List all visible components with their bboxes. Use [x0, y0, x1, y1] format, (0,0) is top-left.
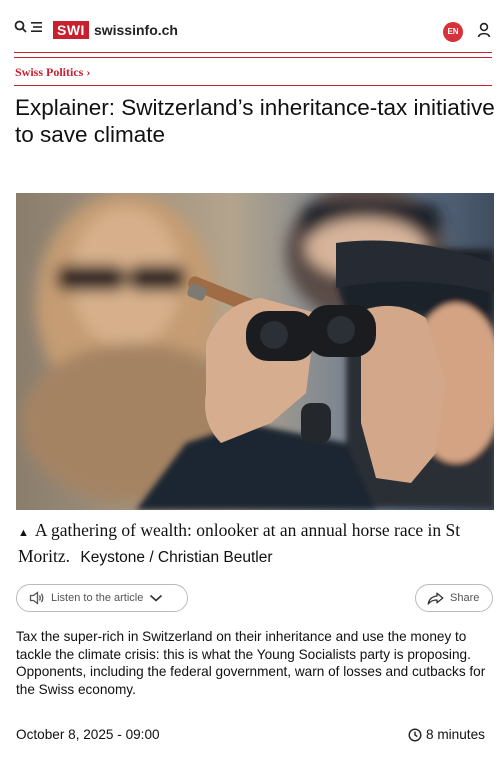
search-menu-button[interactable] — [14, 20, 42, 33]
account-button[interactable] — [477, 22, 491, 43]
publish-date: October 8, 2025 - 09:00 — [16, 727, 160, 742]
logo-text: swissinfo.ch — [93, 22, 178, 38]
site-logo[interactable]: SWI swissinfo.ch — [53, 21, 178, 39]
share-icon — [427, 592, 444, 605]
listen-article-button[interactable]: Listen to the article — [16, 584, 188, 612]
language-selector[interactable]: EN — [443, 22, 463, 42]
clock-icon — [408, 727, 422, 742]
breadcrumb-chevron: › — [86, 65, 91, 79]
breadcrumb-label: Swiss Politics — [15, 65, 84, 79]
user-icon — [477, 22, 491, 38]
article-title: Explainer: Switzerland’s inheritance-tax… — [15, 95, 495, 147]
logo-mark: SWI — [53, 21, 89, 39]
breadcrumb-divider — [14, 85, 492, 86]
header-divider-second — [14, 57, 492, 58]
read-time: 8 minutes — [408, 727, 485, 742]
speaker-icon — [29, 591, 44, 605]
caption-marker: ▲ — [18, 527, 29, 539]
article-lead: Tax the super-rich in Switzerland on the… — [16, 629, 486, 697]
menu-icon — [31, 21, 42, 32]
caption-credit: Keystone / Christian Beutler — [80, 549, 273, 566]
search-icon — [14, 20, 27, 33]
chevron-down-icon — [150, 594, 163, 602]
breadcrumb[interactable]: Swiss Politics › — [15, 65, 90, 80]
image-caption: ▲ A gathering of wealth: onlooker at an a… — [18, 519, 496, 569]
header-divider — [14, 52, 492, 53]
read-time-value: 8 minutes — [426, 727, 485, 742]
share-button[interactable]: Share — [415, 584, 493, 612]
top-bar: SWI swissinfo.ch EN — [0, 0, 504, 52]
share-label: Share — [450, 592, 480, 604]
listen-label: Listen to the article — [51, 592, 144, 604]
article-hero-image — [16, 193, 494, 510]
